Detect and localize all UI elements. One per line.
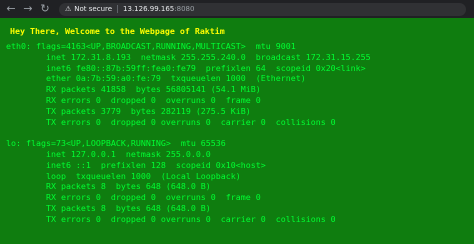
output-line: inet 127.0.0.1 netmask 255.0.0.0	[6, 148, 211, 159]
output-line: RX errors 0 dropped 0 overruns 0 frame 0	[6, 192, 261, 203]
output-line: inet6 ::1 prefixlen 128 scopeid 0x10<hos…	[6, 159, 266, 170]
url-port[interactable]: :8080	[174, 5, 194, 13]
page-content: Hey There, Welcome to the Webpage of Rak…	[0, 18, 474, 244]
output-line: RX errors 0 dropped 0 overruns 0 frame 0	[6, 94, 261, 105]
output-line: ether 0a:7b:59:a0:fe:79 txqueuelen 1000 …	[6, 73, 306, 84]
forward-button[interactable]: →	[21, 2, 35, 16]
url-host[interactable]: 13.126.99.165	[123, 5, 174, 13]
output-line: TX errors 0 dropped 0 overruns 0 carrier…	[6, 116, 336, 127]
back-button[interactable]: ←	[4, 2, 18, 16]
output-line: inet 172.31.8.193 netmask 255.255.240.0 …	[6, 51, 371, 62]
security-label[interactable]: Not secure	[74, 5, 112, 13]
output-line: lo: flags=73<UP,LOOPBACK,RUNNING> mtu 65…	[6, 138, 226, 149]
eth0-output: eth0: flags=4163<UP,BROADCAST,RUNNING,MU…	[6, 41, 468, 225]
output-line: TX packets 8 bytes 648 (648.0 B)	[6, 202, 211, 213]
output-line: eth0: flags=4163<UP,BROADCAST,RUNNING,MU…	[6, 41, 296, 51]
output-line: RX packets 41858 bytes 56805141 (54.1 Mi…	[6, 84, 261, 95]
output-line: TX errors 0 dropped 0 overruns 0 carrier…	[6, 213, 336, 224]
warning-icon[interactable]: ⚠	[65, 5, 71, 13]
output-line: inet6 fe80::87b:59ff:fea0:fe79 prefixlen…	[6, 62, 366, 73]
omnibox-divider	[117, 5, 119, 13]
page-heading: Hey There, Welcome to the Webpage of Rak…	[10, 26, 225, 36]
browser-toolbar: ← → ↻ ⚠ Not secure 13.126.99.165:8080	[0, 0, 474, 18]
address-bar[interactable]: ⚠ Not secure 13.126.99.165:8080	[59, 2, 466, 16]
output-line: TX packets 3779 bytes 282119 (275.5 KiB)	[6, 105, 251, 116]
output-line: RX packets 8 bytes 648 (648.0 B)	[6, 181, 211, 192]
output-line: loop txqueuelen 1000 (Local Loopback)	[6, 170, 241, 181]
reload-button[interactable]: ↻	[38, 2, 52, 16]
